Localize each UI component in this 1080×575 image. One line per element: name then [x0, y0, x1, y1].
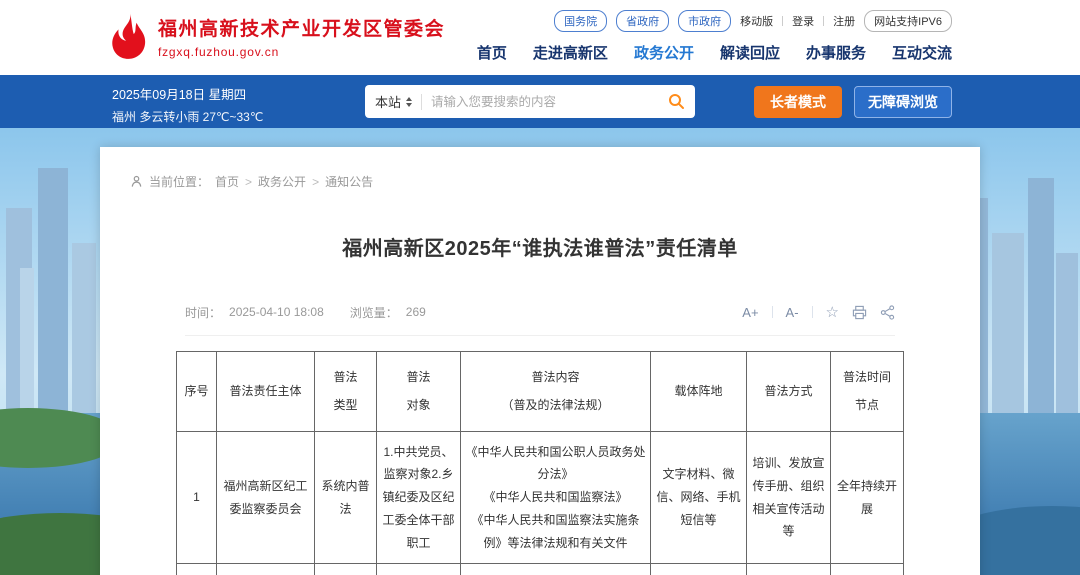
nav-item-services[interactable]: 办事服务	[806, 42, 866, 63]
font-increase-button[interactable]: A+	[742, 305, 758, 320]
header-quick-links: 国务院 省政府 市政府 移动版 登录 注册 网站支持IPV6	[554, 10, 952, 32]
search-scope-selector[interactable]: 本站	[375, 92, 412, 111]
cell-index: 1	[177, 432, 217, 564]
ipv6-badge: 网站支持IPV6	[864, 10, 952, 32]
meta-left: 时间： 2025-04-10 18:08 浏览量： 269	[185, 304, 444, 321]
views-label: 浏览量：	[350, 304, 398, 321]
favorite-star-icon[interactable]: ☆	[826, 303, 839, 321]
nav-item-interaction[interactable]: 互动交流	[892, 42, 952, 63]
article-meta: 时间： 2025-04-10 18:08 浏览量： 269 A+ A- ☆	[185, 303, 895, 336]
register-link[interactable]: 注册	[833, 13, 855, 29]
table-header-row: 序号 普法责任主体 普法 类型 普法 对象 普法内容 （普及的法律法规） 载体阵…	[177, 352, 904, 432]
time-label: 时间：	[185, 304, 221, 321]
cell-carrier: 文字材料、微信、网络、手机短信等	[651, 432, 747, 564]
column-header-content: 普法内容 （普及的法律法规）	[461, 352, 651, 432]
table-row: 1 福州高新区纪工委监察委员会 系统内普法 1.中共党员、监察对象2.乡镇纪委及…	[177, 432, 904, 564]
article-title: 福州高新区2025年“谁执法谁普法”责任清单	[100, 232, 980, 261]
divider	[772, 306, 773, 318]
site-logo: 福州高新技术产业开发区管委会 fzgxq.fuzhou.gov.cn	[110, 11, 445, 61]
font-decrease-button[interactable]: A-	[786, 305, 799, 320]
column-header-carrier: 载体阵地	[651, 352, 747, 432]
main-nav: 首页 走进高新区 政务公开 解读回应 办事服务 互动交流	[477, 42, 952, 63]
breadcrumb-label: 当前位置：	[149, 173, 209, 190]
utility-bar: 2025年09月18日 星期四 福州 多云转小雨 27℃~33℃ 本站 长者模式…	[0, 75, 1080, 128]
cell-responsible-body: 福州高新区纪工委监察委员会	[217, 432, 315, 564]
nav-item-interpretation[interactable]: 解读回应	[720, 42, 780, 63]
weather-text: 福州 多云转小雨 27℃~33℃	[112, 108, 263, 125]
mobile-version-link[interactable]: 移动版	[740, 13, 773, 29]
nav-item-about-zone[interactable]: 走进高新区	[533, 42, 608, 63]
cell-type: 系统内普法	[315, 432, 377, 564]
nav-item-home[interactable]: 首页	[477, 42, 507, 63]
search-scope-label: 本站	[375, 92, 401, 111]
location-person-icon	[130, 175, 143, 188]
breadcrumb-notices[interactable]: 通知公告	[325, 173, 373, 190]
publish-time: 2025-04-10 18:08	[229, 305, 324, 319]
divider	[421, 94, 422, 110]
table-row-partial	[177, 564, 904, 575]
cell-content: 《中华人民共和国公职人员政务处分法》 《中华人民共和国监察法》 《中华人民共和国…	[461, 432, 651, 564]
nav-item-gov-info[interactable]: 政务公开	[634, 42, 694, 63]
link-state-council[interactable]: 国务院	[554, 10, 607, 32]
column-header-index: 序号	[177, 352, 217, 432]
search-bar: 本站	[365, 85, 695, 118]
view-count: 269	[406, 305, 426, 319]
responsibility-table: 序号 普法责任主体 普法 类型 普法 对象 普法内容 （普及的法律法规） 载体阵…	[176, 351, 904, 575]
print-icon[interactable]	[852, 305, 867, 320]
link-province-gov[interactable]: 省政府	[616, 10, 669, 32]
search-button[interactable]	[668, 93, 685, 110]
column-header-type: 普法 类型	[315, 352, 377, 432]
cell-schedule: 全年持续开展	[831, 432, 904, 564]
divider	[823, 16, 824, 26]
search-icon	[668, 93, 685, 110]
search-input[interactable]	[431, 95, 668, 109]
breadcrumb: 当前位置： 首页 政务公开 通知公告	[130, 173, 980, 190]
scope-sort-arrows-icon	[406, 97, 412, 107]
column-header-schedule: 普法时间 节点	[831, 352, 904, 432]
article-tools: A+ A- ☆	[742, 303, 895, 321]
breadcrumb-gov-info[interactable]: 政务公开	[258, 173, 319, 190]
column-header-target: 普法 对象	[377, 352, 461, 432]
date-text: 2025年09月18日 星期四	[112, 84, 263, 103]
divider	[812, 306, 813, 318]
logo-text: 福州高新技术产业开发区管委会 fzgxq.fuzhou.gov.cn	[158, 14, 445, 59]
cell-target: 1.中共党员、监察对象2.乡镇纪委及区纪工委全体干部职工	[377, 432, 461, 564]
cell-method: 培训、发放宣传手册、组织相关宣传活动等	[747, 432, 831, 564]
elder-mode-button[interactable]: 长者模式	[754, 86, 842, 118]
page: 福州高新技术产业开发区管委会 fzgxq.fuzhou.gov.cn 国务院 省…	[0, 0, 1080, 575]
accessibility-button[interactable]: 无障碍浏览	[854, 86, 952, 118]
login-link[interactable]: 登录	[792, 13, 814, 29]
bar-buttons: 长者模式 无障碍浏览	[754, 86, 952, 118]
torch-logo-icon	[110, 11, 148, 61]
site-name: 福州高新技术产业开发区管委会	[158, 14, 445, 41]
breadcrumb-home[interactable]: 首页	[215, 173, 252, 190]
column-header-responsible-body: 普法责任主体	[217, 352, 315, 432]
content-panel: 当前位置： 首页 政务公开 通知公告 福州高新区2025年“谁执法谁普法”责任清…	[100, 147, 980, 575]
date-weather: 2025年09月18日 星期四 福州 多云转小雨 27℃~33℃	[112, 84, 263, 125]
site-url: fzgxq.fuzhou.gov.cn	[158, 45, 445, 59]
column-header-method: 普法方式	[747, 352, 831, 432]
share-icon[interactable]	[880, 305, 895, 320]
divider	[782, 16, 783, 26]
site-header: 福州高新技术产业开发区管委会 fzgxq.fuzhou.gov.cn 国务院 省…	[0, 0, 1080, 75]
link-city-gov[interactable]: 市政府	[678, 10, 731, 32]
